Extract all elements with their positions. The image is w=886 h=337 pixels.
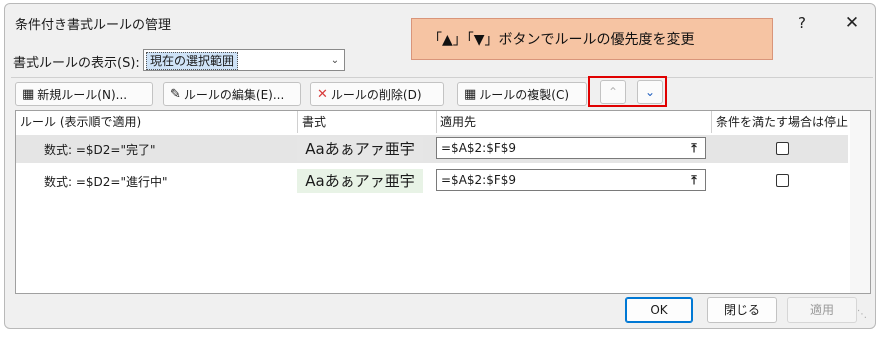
show-rules-value: 現在の選択範囲 <box>146 52 239 70</box>
edit-rule-icon: ✎ <box>170 86 181 102</box>
column-header-applies-to: 適用先 <box>440 115 477 129</box>
duplicate-rule-icon: ▦ <box>464 86 477 102</box>
table-row[interactable]: 数式: =$D2="完了" Aaあぁアァ亜宇 =$A$2:$F$9 ⤒ <box>16 135 848 163</box>
header-divider <box>297 111 298 133</box>
table-row[interactable]: 数式: =$D2="進行中" Aaあぁアァ亜宇 =$A$2:$F$9 ⤒ <box>16 167 848 195</box>
ok-button[interactable]: OK <box>625 297 693 323</box>
applies-to-field[interactable]: =$A$2:$F$9 ⤒ <box>436 169 706 191</box>
duplicate-rule-button[interactable]: ▦ ルールの複製(C) <box>457 82 587 106</box>
delete-rule-label: ルールの削除(D) <box>330 87 422 102</box>
rules-toolbar: ▦ 新規ルール(N)... ✎ ルールの編集(E)... ✕ ルールの削除(D)… <box>11 77 873 108</box>
chevron-down-icon[interactable]: ⌄ <box>326 50 344 70</box>
stop-if-true-checkbox[interactable] <box>776 174 789 187</box>
format-preview: Aaあぁアァ亜宇 <box>297 169 423 193</box>
applies-to-value: =$A$2:$F$9 <box>441 173 517 187</box>
help-button[interactable]: ? <box>787 10 817 36</box>
duplicate-rule-label: ルールの複製(C) <box>479 87 570 102</box>
column-header-stop-if-true: 条件を満たす場合は停止 <box>716 115 849 129</box>
callout-text: 「▲」「▼」ボタンでルールの優先度を変更 <box>428 32 695 48</box>
delete-icon: ✕ <box>317 86 328 102</box>
header-divider <box>711 111 712 133</box>
scrollbar[interactable] <box>850 111 870 293</box>
show-rules-select[interactable]: 現在の選択範囲 ⌄ <box>143 49 345 71</box>
column-header-format: 書式 <box>302 115 327 129</box>
rule-formula: 数式: =$D2="完了" <box>44 143 156 157</box>
edit-rule-label: ルールの編集(E)... <box>183 87 285 102</box>
edit-rule-button[interactable]: ✎ ルールの編集(E)... <box>163 82 301 106</box>
close-icon[interactable]: ✕ <box>837 10 867 36</box>
stop-if-true-checkbox[interactable] <box>776 142 789 155</box>
close-button[interactable]: 閉じる <box>707 297 777 323</box>
delete-rule-button[interactable]: ✕ ルールの削除(D) <box>310 82 444 106</box>
new-rule-label: 新規ルール(N)... <box>37 87 128 102</box>
format-preview: Aaあぁアァ亜宇 <box>297 137 423 161</box>
priority-buttons-highlight <box>588 76 667 107</box>
header-divider <box>436 111 437 133</box>
dialog-title: 条件付き書式ルールの管理 <box>15 18 172 33</box>
range-select-icon[interactable]: ⤒ <box>683 138 705 158</box>
show-rules-label: 書式ルールの表示(S): <box>13 56 140 71</box>
range-select-icon[interactable]: ⤒ <box>683 170 705 190</box>
applies-to-field[interactable]: =$A$2:$F$9 ⤒ <box>436 137 706 159</box>
rules-table: ルール (表示順で適用) 書式 適用先 条件を満たす場合は停止 数式: =$D2… <box>15 110 871 294</box>
apply-button[interactable]: 適用 <box>787 297 857 323</box>
applies-to-value: =$A$2:$F$9 <box>441 141 517 155</box>
column-header-rule: ルール (表示順で適用) <box>20 115 142 129</box>
resize-grip-icon[interactable]: ⋱ <box>857 309 867 320</box>
rule-formula: 数式: =$D2="進行中" <box>44 175 168 189</box>
new-rule-button[interactable]: ▦ 新規ルール(N)... <box>15 82 153 106</box>
new-rule-icon: ▦ <box>22 86 35 102</box>
callout-annotation: 「▲」「▼」ボタンでルールの優先度を変更 <box>411 18 773 60</box>
